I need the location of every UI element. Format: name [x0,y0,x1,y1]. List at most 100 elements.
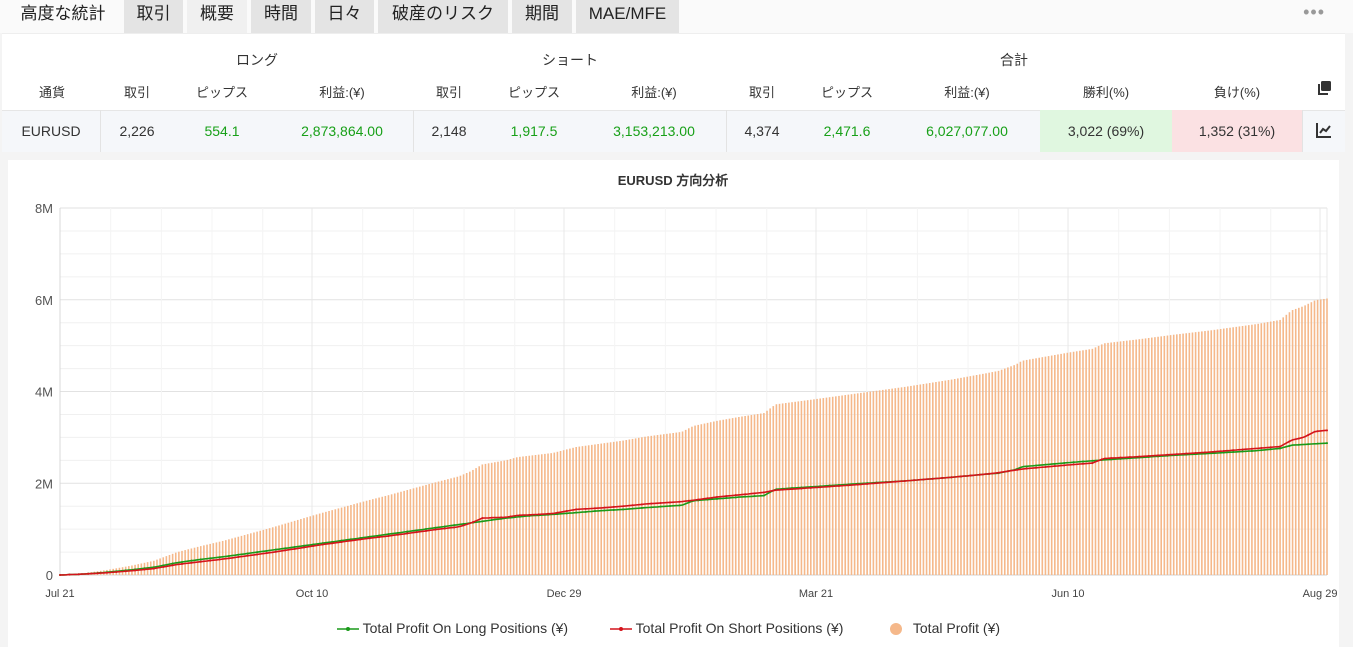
cell-currency[interactable]: EURUSD [2,110,100,152]
total-profit-bar [1260,323,1263,575]
total-profit-bar [1075,351,1078,575]
long-profit-point [1297,443,1300,446]
long-profit-point [274,548,277,551]
cell-long-profit: 2,873,864.00 [301,123,383,139]
long-profit-point [481,520,484,523]
long-profit-point [227,555,230,558]
short-profit-point [809,486,812,489]
legend-short-marker [610,627,632,632]
tab-summary[interactable]: 概要 [187,0,247,33]
group-short-header: ショート [542,52,598,68]
col-total-trades: 取引 [748,85,775,100]
tab-hours[interactable]: 時間 [251,0,311,33]
total-profit-bar [253,532,255,575]
long-profit-point [1260,449,1263,452]
short-profit-point [894,480,897,483]
short-profit-point [218,558,221,561]
total-profit-bar [262,529,265,575]
short-profit-point [922,478,925,481]
short-profit-point [1053,465,1056,468]
total-profit-bar [641,437,643,575]
short-profit-point [378,536,381,539]
total-profit-bar [1282,317,1285,575]
legend-short-label: Total Profit On Short Positions (¥) [635,620,844,636]
long-profit-point [1307,443,1310,446]
cell-total-pips: 2,471.6 [823,123,871,139]
total-profit-bar [447,479,449,575]
cell-loss: 1,352 (31%) [1198,123,1276,139]
total-profit-bar [271,527,274,575]
long-profit-point [687,501,690,504]
long-profit-point [406,530,409,533]
total-profit-bar [403,490,405,575]
chart-line-icon[interactable] [1316,122,1332,138]
total-profit-bar [1313,300,1316,575]
legend-total[interactable]: Total Profit (¥) [889,619,1000,637]
total-profit-bar [218,541,221,575]
total-profit-bar [1047,356,1050,575]
long-profit-point [1288,444,1291,447]
short-profit-point [1016,468,1019,471]
cell-win: 3,022 (69%) [1067,123,1145,139]
total-profit-bar [443,479,446,575]
short-profit-point [650,502,653,505]
total-profit-bar [763,413,765,575]
short-profit-point [199,560,202,563]
total-profit-bar [637,437,640,575]
long-profit-point [1063,462,1066,465]
short-profit-point [105,571,108,574]
long-profit-point [1241,450,1244,453]
total-profit-bar [569,448,571,575]
total-profit-bar [1238,326,1241,575]
total-profit-bar [478,466,481,575]
total-profit-bar [390,494,393,575]
copy-icon[interactable] [1316,80,1332,96]
long-profit-point [453,524,456,527]
cell-total-profit: 6,027,077.00 [926,123,1008,139]
short-profit-point [744,493,747,496]
x-tick-label: Oct 10 [296,588,328,600]
short-profit-point [1110,457,1113,460]
short-profit-point [1044,465,1047,468]
total-profit-bar [1304,305,1306,575]
long-profit-point [199,558,202,561]
y-tick-label: 0 [46,568,53,583]
more-options-icon[interactable]: ••• [1303,2,1325,23]
total-profit-bar [259,530,262,575]
tab-advanced-stats[interactable]: 高度な統計 [8,0,118,33]
total-profit-bar [1044,356,1047,575]
x-tick-label: Jul 21 [45,588,74,600]
short-profit-point [1297,437,1300,440]
col-total-profit: 利益:(¥) [944,85,990,100]
total-profit-bar [741,416,743,575]
tab-days[interactable]: 日々 [315,0,374,33]
short-profit-point [387,535,390,538]
short-profit-point [603,506,606,509]
tab-mae-mfe[interactable]: MAE/MFE [576,0,679,33]
col-long-trades: 取引 [123,85,150,100]
total-profit-bar [1316,299,1319,575]
tab-risk-of-ruin[interactable]: 破産のリスク [378,0,508,33]
total-profit-bar [591,444,593,575]
short-profit-point [462,524,465,527]
short-profit-point [1316,430,1319,433]
total-profit-bar [1241,325,1244,575]
tab-duration[interactable]: 期間 [512,0,572,33]
tab-trades[interactable]: 取引 [124,0,183,33]
long-profit-point [209,557,212,560]
cell-short-pips: 1,917.5 [510,123,558,139]
short-profit-point [762,491,765,494]
long-profit-point [650,506,653,509]
legend-short[interactable]: Total Profit On Short Positions (¥) [610,619,843,637]
total-profit-bar [750,415,753,575]
short-profit-point [509,515,512,518]
total-profit-bar [409,489,412,575]
total-profit-bar [1269,321,1272,575]
total-profit-bar [412,488,415,575]
legend-long[interactable]: Total Profit On Long Positions (¥) [337,619,568,637]
group-total-header: 合計 [1000,52,1028,68]
short-profit-point [293,547,296,550]
short-profit-point [819,486,822,489]
currency-stats-table: ロング ショート 合計 通貨 取引 ピップス 利益:(¥) 取引 ピップス 利益… [2,33,1345,152]
total-profit-bar [669,433,671,575]
